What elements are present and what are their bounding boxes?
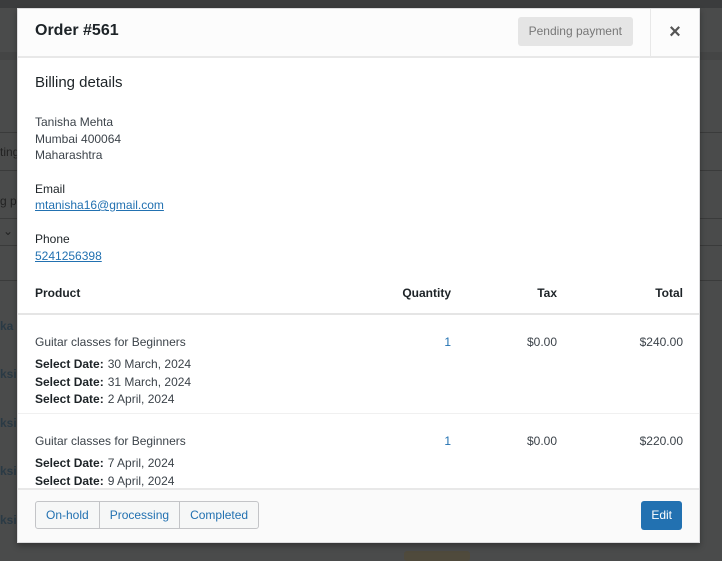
item-tax: $0.00 bbox=[526, 434, 557, 448]
billing-city: Mumbai 400064 bbox=[35, 132, 122, 146]
phone-label: Phone bbox=[35, 232, 70, 246]
status-button-group: On-hold Processing Completed bbox=[35, 501, 260, 529]
background-link: ka bbox=[0, 319, 14, 333]
background-link: ksi bbox=[0, 367, 17, 381]
background-text: g p bbox=[0, 194, 17, 208]
column-header-quantity: Quantity bbox=[402, 286, 451, 300]
billing-details-heading: Billing details bbox=[35, 74, 123, 91]
item-tax: $0.00 bbox=[526, 335, 557, 349]
meta-value: 30 March, 2024 bbox=[107, 357, 192, 371]
meta-key: Select Date: bbox=[35, 392, 104, 406]
phone-link[interactable]: 5241256398 bbox=[35, 249, 102, 263]
item-meta: Select Date: 9 April, 2024 bbox=[35, 474, 174, 488]
meta-value: 2 April, 2024 bbox=[107, 392, 175, 406]
modal-footer: On-hold Processing Completed Edit bbox=[18, 488, 699, 542]
meta-key: Select Date: bbox=[35, 474, 104, 488]
item-meta: Select Date: 31 March, 2024 bbox=[35, 375, 191, 389]
item-name: Guitar classes for Beginners bbox=[35, 434, 186, 448]
order-preview-modal: Order #561 Pending payment × Billing det… bbox=[17, 8, 700, 543]
mark-completed-button[interactable]: Completed bbox=[180, 502, 258, 528]
item-meta: Select Date: 7 April, 2024 bbox=[35, 456, 174, 470]
meta-value: 7 April, 2024 bbox=[107, 456, 175, 470]
table-row: Guitar classes for Beginners Select Date… bbox=[18, 414, 699, 489]
item-meta: Select Date: 30 March, 2024 bbox=[35, 357, 191, 371]
meta-key: Select Date: bbox=[35, 357, 104, 371]
background-link: ksi bbox=[0, 464, 17, 478]
background-link: ksi bbox=[0, 416, 17, 430]
item-quantity: 1 bbox=[444, 434, 451, 448]
meta-value: 9 April, 2024 bbox=[107, 474, 175, 488]
email-link[interactable]: mtanisha16@gmail.com bbox=[35, 198, 164, 212]
order-items-header: Product Quantity Tax Total bbox=[18, 277, 699, 315]
modal-body: Billing details Tanisha Mehta Mumbai 400… bbox=[18, 58, 699, 489]
item-total: $220.00 bbox=[639, 434, 683, 448]
mark-on-hold-button[interactable]: On-hold bbox=[36, 502, 100, 528]
background-top-bar bbox=[0, 0, 722, 8]
meta-value: 31 March, 2024 bbox=[107, 375, 192, 389]
meta-key: Select Date: bbox=[35, 456, 104, 470]
item-total: $240.00 bbox=[639, 335, 683, 349]
modal-header: Order #561 Pending payment × bbox=[18, 9, 699, 58]
close-button[interactable]: × bbox=[650, 9, 699, 56]
close-icon: × bbox=[669, 21, 681, 43]
column-header-product: Product bbox=[35, 286, 81, 300]
background-chevron-icon: ⌄ bbox=[3, 224, 14, 238]
modal-title: Order #561 bbox=[35, 22, 119, 39]
item-meta: Select Date: 2 April, 2024 bbox=[35, 392, 174, 406]
billing-state: Maharashtra bbox=[35, 148, 103, 162]
column-header-total: Total bbox=[655, 286, 683, 300]
mark-processing-button[interactable]: Processing bbox=[100, 502, 181, 528]
meta-key: Select Date: bbox=[35, 375, 104, 389]
column-header-tax: Tax bbox=[537, 286, 557, 300]
billing-name: Tanisha Mehta bbox=[35, 115, 114, 129]
background-button bbox=[404, 551, 470, 561]
item-name: Guitar classes for Beginners bbox=[35, 335, 186, 349]
status-badge: Pending payment bbox=[517, 17, 633, 46]
item-quantity: 1 bbox=[444, 335, 451, 349]
background-link: ksi bbox=[0, 513, 17, 527]
table-row: Guitar classes for Beginners Select Date… bbox=[18, 315, 699, 414]
email-label: Email bbox=[35, 182, 66, 196]
edit-button[interactable]: Edit bbox=[641, 501, 682, 530]
